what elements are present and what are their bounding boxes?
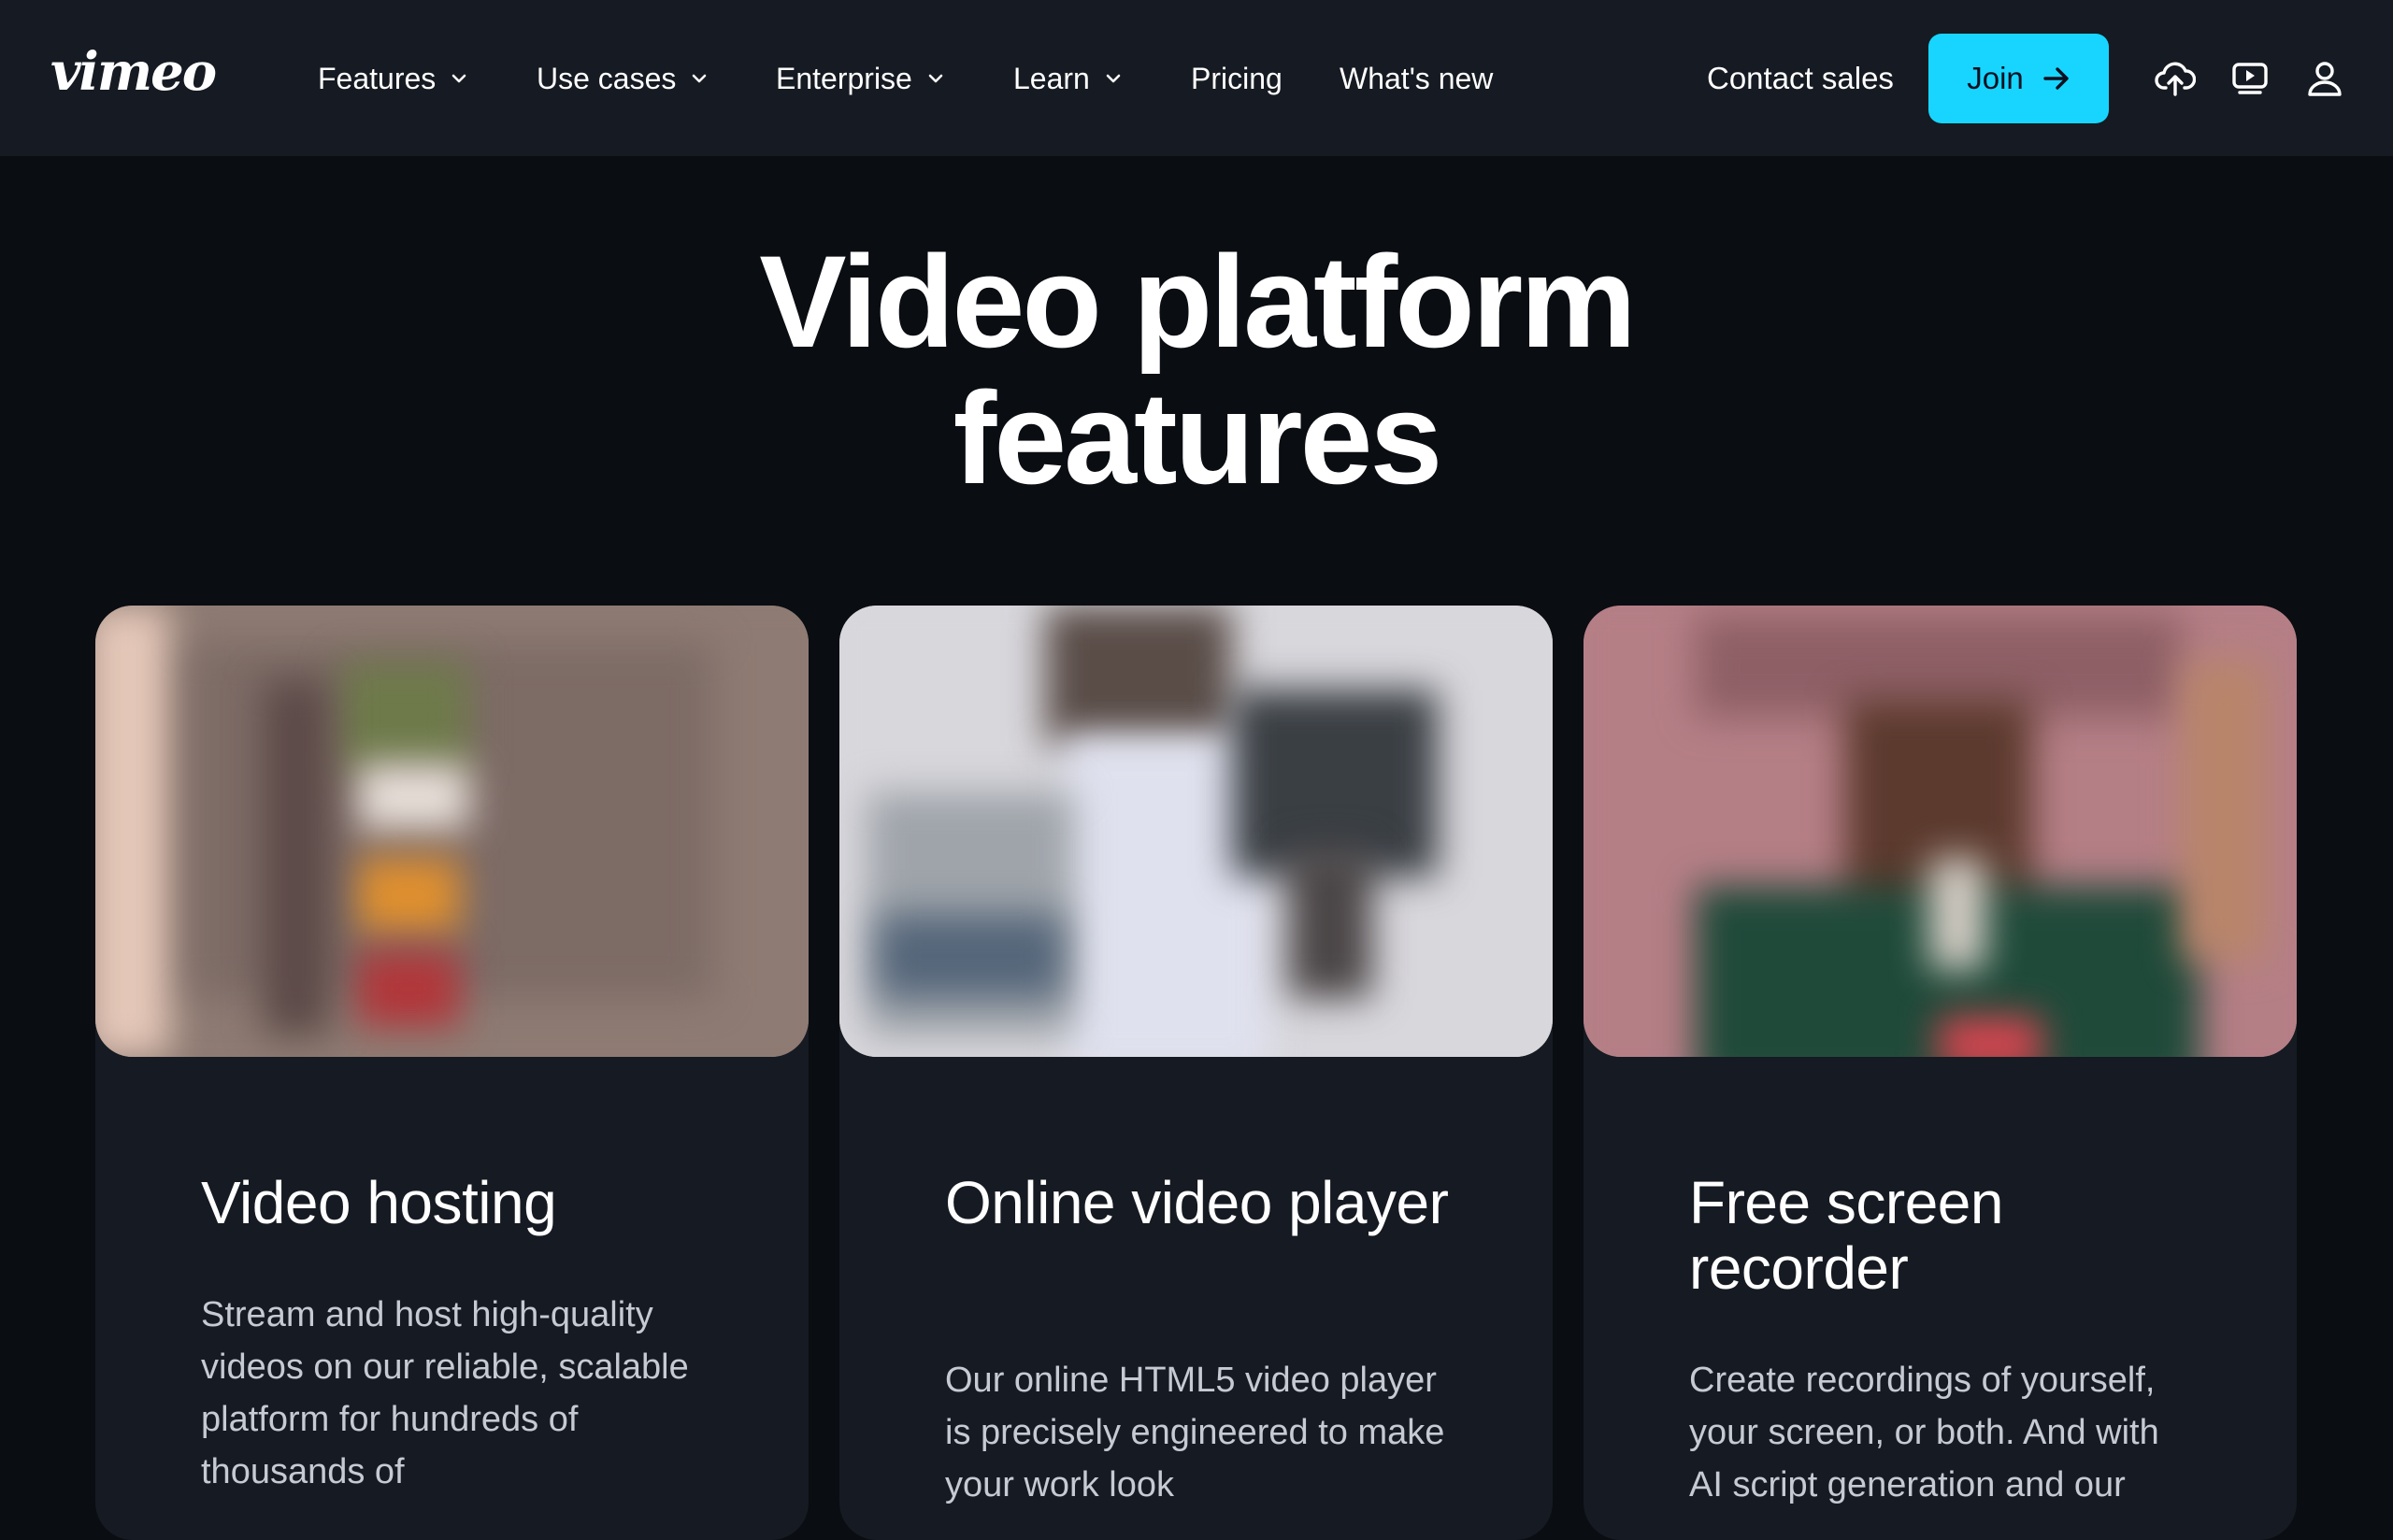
user-account-icon[interactable] xyxy=(2299,52,2351,105)
card-description: Stream and host high-quality videos on o… xyxy=(201,1295,689,1491)
nav-item-enterprise[interactable]: Enterprise xyxy=(776,52,946,105)
page-title: Video platform features xyxy=(0,234,2393,506)
arrow-right-icon xyxy=(2042,65,2071,92)
feature-card-video-hosting[interactable]: Video hosting Stream and host high-quali… xyxy=(95,606,809,1540)
join-button[interactable]: Join xyxy=(1928,34,2109,123)
card-title: Online video player xyxy=(945,1169,1449,1236)
nav-item-use-cases[interactable]: Use cases xyxy=(537,52,709,105)
nav-item-label: Features xyxy=(318,61,437,95)
top-navigation-bar: vimeo Features Use cases Enterprise Lear… xyxy=(0,0,2393,156)
contact-sales-link[interactable]: Contact sales xyxy=(1707,52,1894,105)
nav-item-label: Enterprise xyxy=(776,61,912,95)
card-title: Video hosting xyxy=(201,1169,557,1236)
page-title-line-1: Video platform xyxy=(759,228,1637,375)
page-title-line-2: features xyxy=(953,364,1443,511)
card-title: Free screen recorder xyxy=(1689,1169,2003,1302)
nav-item-learn[interactable]: Learn xyxy=(1013,52,1124,105)
chevron-down-icon xyxy=(925,68,946,89)
online-video-player-thumbnail xyxy=(839,606,1553,1057)
nav-item-label: Pricing xyxy=(1191,61,1282,95)
free-screen-recorder-thumbnail xyxy=(1583,606,2297,1057)
video-player-icon[interactable] xyxy=(2224,52,2276,105)
nav-item-label: What's new xyxy=(1340,61,1494,95)
feature-card-online-video-player[interactable]: Online video player Our online HTML5 vid… xyxy=(839,606,1553,1540)
upload-cloud-icon[interactable] xyxy=(2149,52,2201,105)
video-hosting-thumbnail xyxy=(95,606,809,1057)
card-description: Create recordings of yourself, your scre… xyxy=(1689,1361,2159,1504)
nav-item-pricing[interactable]: Pricing xyxy=(1191,52,1282,105)
card-description: Our online HTML5 video player is precise… xyxy=(945,1361,1445,1504)
feature-card-free-screen-recorder[interactable]: Free screen recorder Create recordings o… xyxy=(1583,606,2297,1540)
nav-item-features[interactable]: Features xyxy=(318,52,469,105)
chevron-down-icon xyxy=(449,68,469,89)
nav-item-label: Learn xyxy=(1013,61,1090,95)
nav-item-whats-new[interactable]: What's new xyxy=(1340,52,1493,105)
chevron-down-icon xyxy=(689,68,709,89)
chevron-down-icon xyxy=(1103,68,1124,89)
nav-item-label: Use cases xyxy=(537,61,677,95)
vimeo-logo[interactable]: vimeo xyxy=(50,41,217,103)
join-button-label: Join xyxy=(1967,61,2024,95)
